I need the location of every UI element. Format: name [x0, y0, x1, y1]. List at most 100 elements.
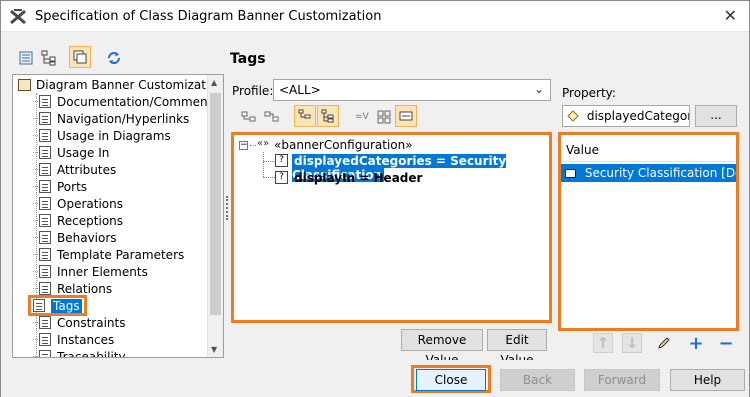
tree-item[interactable]: Instances	[33, 331, 114, 348]
tree-item[interactable]: Operations	[33, 195, 123, 212]
expand-all-icon[interactable]	[238, 106, 260, 128]
document-icon	[39, 129, 51, 142]
chevron-down-icon: ⌄	[533, 82, 544, 96]
tag-property-icon: ?	[275, 171, 288, 184]
tree-item-label: Constraints	[57, 315, 126, 330]
document-icon	[39, 214, 51, 227]
tree-item-label: Operations	[57, 196, 123, 211]
back-button[interactable]: Back	[500, 369, 575, 391]
tree-connector	[33, 101, 38, 102]
tree-item[interactable]: Usage in Diagrams	[33, 127, 171, 144]
document-icon	[39, 197, 51, 210]
tree-item[interactable]: Inner Elements	[33, 263, 148, 280]
compact-view-icon[interactable]	[69, 46, 91, 68]
compartment-icon[interactable]	[395, 105, 417, 127]
tree-item-label: Tags	[51, 298, 82, 313]
value-row[interactable]: Security Classification [Do...	[561, 164, 736, 182]
edit-pencil-icon[interactable]	[654, 333, 674, 353]
tag-row-label[interactable]: displayIn = Header	[294, 171, 422, 185]
tree-root[interactable]: Diagram Banner Customization	[18, 76, 224, 93]
tree-item-label: Receptions	[57, 213, 124, 228]
tree-connector	[33, 356, 38, 357]
collapse-toggle-icon[interactable]: −	[239, 141, 248, 150]
tree-root-label: Diagram Banner Customization	[36, 77, 224, 92]
vertical-scrollbar[interactable]: ▲ ▼	[207, 75, 223, 357]
variable-icon[interactable]: =V	[351, 106, 373, 128]
close-button[interactable]: Close	[416, 369, 486, 391]
splitter-handle[interactable]	[226, 196, 229, 220]
tree-item-label: Instances	[57, 332, 115, 347]
show-tag-values-icon[interactable]	[294, 105, 316, 127]
edit-value-button[interactable]: Edit Value	[487, 329, 547, 367]
browse-button[interactable]: ...	[695, 105, 737, 127]
profile-label: Profile:	[232, 84, 274, 98]
tree-item[interactable]: Template Parameters	[33, 246, 184, 263]
grid-icon[interactable]	[373, 106, 395, 128]
scroll-down-icon[interactable]: ▼	[211, 345, 217, 354]
tree-item[interactable]: Documentation/Comments	[33, 93, 219, 110]
move-down-icon[interactable]: ↓	[622, 333, 642, 353]
document-icon	[39, 180, 51, 193]
tree-connector	[33, 152, 38, 153]
tree-item-label: Relations	[57, 281, 113, 296]
document-icon	[39, 163, 51, 176]
document-icon	[33, 299, 45, 312]
class-icon	[18, 78, 31, 91]
tree-connector	[263, 177, 275, 178]
document-icon	[39, 282, 51, 295]
add-value-icon[interactable]: +	[686, 333, 706, 354]
value-panel: Value Security Classification [Do...	[558, 132, 739, 331]
help-button[interactable]: Help	[670, 369, 745, 391]
tree-connector	[33, 288, 38, 289]
tree-item-label: Behaviors	[57, 230, 117, 245]
tree-item-label: Template Parameters	[57, 247, 185, 262]
property-field[interactable]: displayedCategor...	[562, 105, 690, 127]
tree-item-selected[interactable]: Tags	[28, 295, 87, 316]
scroll-up-icon[interactable]: ▲	[211, 78, 217, 87]
tree-item[interactable]: Behaviors	[33, 229, 117, 246]
tree-item[interactable]: Usage In	[33, 144, 109, 161]
tree-connector	[33, 271, 38, 272]
tree-item[interactable]: Constraints	[33, 314, 125, 331]
specification-nav-tree: Diagram Banner Customization Documentati…	[12, 74, 224, 358]
profile-select[interactable]: <ALL> ⌄	[273, 79, 551, 101]
tree-item-label: Usage in Diagrams	[57, 128, 171, 143]
document-icon	[39, 95, 51, 108]
tree-connector	[33, 186, 38, 187]
tree-item[interactable]: Navigation/Hyperlinks	[33, 110, 189, 127]
close-window-icon[interactable]: ✕	[724, 6, 737, 25]
scrollbar-thumb[interactable]	[210, 93, 221, 315]
tree-connector	[33, 339, 38, 340]
tree-item[interactable]: Traceability	[33, 348, 126, 357]
tree-connector	[250, 145, 256, 146]
list-view-icon[interactable]	[15, 47, 37, 69]
forward-button[interactable]: Forward	[584, 369, 660, 391]
tree-item[interactable]: Ports	[33, 178, 87, 195]
stereotype-label[interactable]: «bannerConfiguration»	[274, 138, 413, 152]
show-inherited-icon[interactable]	[317, 105, 339, 127]
tree-connector	[33, 220, 38, 221]
refresh-icon[interactable]	[103, 47, 125, 69]
remove-value-icon[interactable]: −	[716, 333, 736, 354]
collapse-all-icon[interactable]	[261, 106, 283, 128]
tree-item-label: Usage In	[57, 145, 110, 160]
document-icon	[39, 265, 51, 278]
tag-property-icon: ?	[275, 154, 288, 167]
remove-value-button[interactable]: Remove Value	[401, 329, 483, 367]
tree-connector	[263, 161, 275, 162]
diamond-icon	[567, 110, 579, 122]
property-value: displayedCategor...	[586, 109, 690, 123]
tree-item[interactable]: Receptions	[33, 212, 123, 229]
tree-connector	[33, 203, 38, 204]
tree-view-icon[interactable]	[38, 47, 60, 69]
tree-connector	[33, 322, 38, 323]
tree-item[interactable]: Attributes	[33, 161, 116, 178]
document-icon	[39, 112, 51, 125]
document-icon	[39, 316, 51, 329]
tree-connector	[33, 169, 38, 170]
move-up-icon[interactable]: ↑	[593, 333, 613, 353]
title-bar: Specification of Class Diagram Banner Cu…	[1, 1, 749, 32]
panel-title: Tags	[230, 51, 266, 67]
enum-literal-icon	[565, 169, 576, 178]
tags-tree: − «» «bannerConfiguration» ? displayedCa…	[231, 132, 552, 323]
